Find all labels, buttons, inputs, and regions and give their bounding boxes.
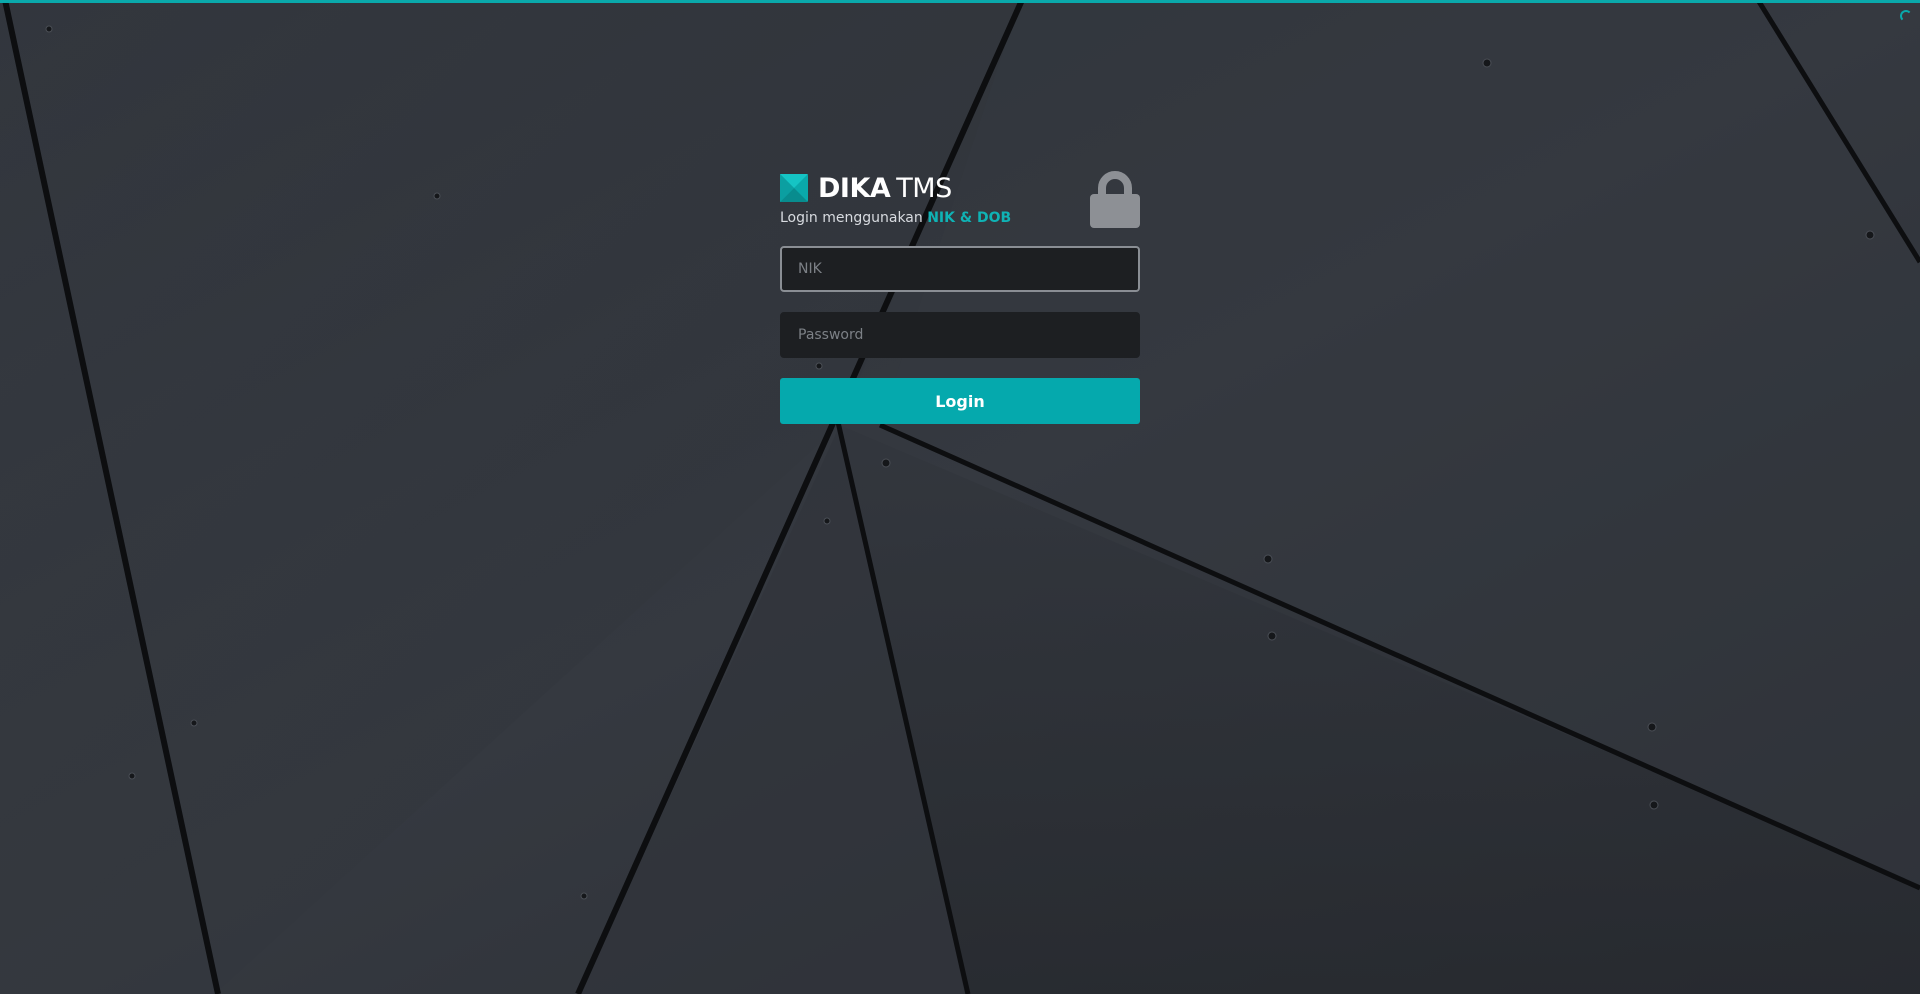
login-subtitle: Login menggunakan NIK & DOB [780, 210, 1140, 226]
background-geometric-panels [0, 0, 1920, 994]
loading-progress-bar [0, 0, 1920, 3]
app-title-light: TMS [896, 172, 952, 204]
loading-spinner-icon [1900, 10, 1912, 22]
app-title: DIKA TMS [818, 173, 952, 204]
password-input[interactable] [780, 312, 1140, 358]
brand-header: DIKA TMS [780, 170, 1140, 206]
app-title-bold: DIKA [818, 172, 891, 204]
login-button[interactable]: Login [780, 378, 1140, 424]
subtitle-highlight: NIK & DOB [927, 210, 1012, 226]
nik-input[interactable] [780, 246, 1140, 292]
teal-square-logo-icon [780, 174, 808, 202]
subtitle-prefix: Login menggunakan [780, 210, 923, 226]
padlock-icon [1090, 171, 1140, 228]
login-panel: DIKATMS Login menggunakan NIK & DOB Logi… [780, 170, 1140, 424]
